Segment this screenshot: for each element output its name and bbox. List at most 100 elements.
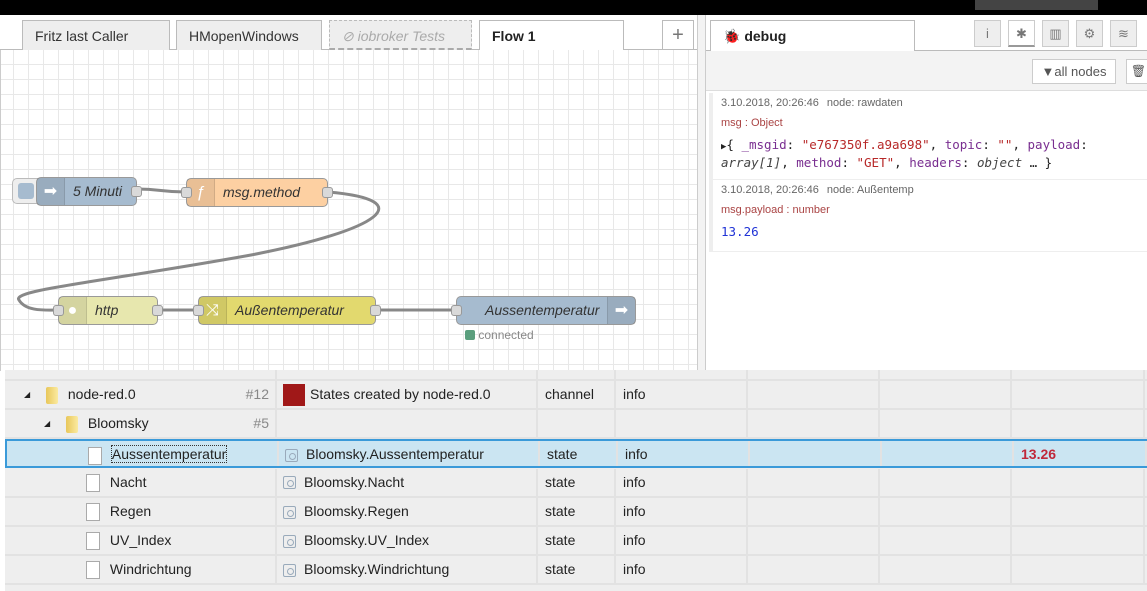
database-icon[interactable]: ≋ [1110,20,1137,47]
message-node[interactable]: node: rawdaten [827,97,903,109]
tree-cell[interactable]: UV_Index [12,527,277,554]
tree-cell[interactable]: ◢ Bloomsky #5 [12,410,277,438]
value-cell[interactable] [1012,556,1145,584]
table-row-partial[interactable] [5,370,1147,381]
output-port[interactable] [152,305,163,316]
value-cell[interactable] [1012,497,1145,525]
input-port[interactable] [53,305,64,316]
change-node[interactable]: ⤨ Außentemperatur [193,296,381,325]
value-cell[interactable] [1012,381,1145,408]
file-icon [88,446,102,465]
input-port[interactable] [451,305,462,316]
object-description: Bloomsky.Windrichtung [304,561,450,578]
node-label: http [95,302,119,318]
collapse-caret-icon[interactable]: ◢ [44,410,50,437]
message-body[interactable]: ▶{ _msgid: "e767350f.a9a698", topic: "",… [721,137,1139,171]
filter-icon: ▼ [1041,64,1055,79]
tab-hmopenwindows[interactable]: HMopenWindows [176,20,322,51]
value-cell[interactable] [1012,468,1145,496]
filter-label: all nodes [1054,64,1107,79]
table-row[interactable]: Regen Bloomsky.Regen state info [5,497,1147,527]
value-cell[interactable]: 13.26 [1014,441,1147,467]
mqtt-out-node[interactable]: Aussentemperatur ➡ [451,296,636,325]
tree-cell[interactable]: Nacht [12,468,277,496]
object-name: Aussentemperatur [110,445,228,464]
description-cell [277,410,538,438]
state-icon [283,476,296,490]
type-cell: state [538,556,616,584]
http-request-node[interactable]: ● http [53,296,163,325]
object-description: Bloomsky.Aussentemperatur [306,446,484,463]
child-count: #5 [253,415,269,432]
room-cell [748,556,880,584]
object-description: States created by node-red.0 [310,386,491,402]
wire [136,187,187,194]
tab-debug[interactable]: 🐞 debug [710,20,915,51]
value-cell[interactable] [1012,527,1145,554]
gear-icon[interactable]: ⚙ [1076,20,1103,47]
input-port[interactable] [181,187,192,198]
tab-fritz-last-caller[interactable]: Fritz last Caller [22,20,170,51]
tab-label: iobroker Tests [357,28,446,44]
description-cell: States created by node-red.0 [277,381,538,408]
function-node[interactable]: ƒ msg.method [181,178,333,207]
room-cell [748,497,880,525]
object-name: Windrichtung [109,561,192,578]
table-row[interactable]: ◢ node-red.0 #12 States created by node-r… [5,381,1147,410]
output-port[interactable] [322,187,333,198]
deploy-button[interactable] [975,0,1098,10]
input-port[interactable] [193,305,204,316]
tab-iobroker-tests[interactable]: ⊘ iobroker Tests [329,20,472,51]
top-bar [0,0,1147,15]
room-cell [748,527,880,554]
table-row[interactable]: Nacht Bloomsky.Nacht state info [5,468,1147,498]
tree-cell[interactable]: ◢ node-red.0 #12 [12,381,277,408]
tree-cell[interactable]: Aussentemperatur [14,441,279,467]
output-port[interactable] [370,305,381,316]
state-icon [283,534,296,548]
tree-cell[interactable]: Windrichtung [12,556,277,584]
function-cell [880,556,1012,584]
trash-icon: 🗑 [1130,64,1147,78]
folder-icon [66,415,78,433]
state-icon [283,505,296,519]
collapse-caret-icon[interactable]: ◢ [24,381,30,408]
add-tab-button[interactable]: + [662,20,694,50]
bug-icon[interactable]: ✱ [1008,20,1035,47]
state-icon [285,449,298,463]
clear-button[interactable]: 🗑 [1126,59,1147,84]
message-value[interactable]: 13.26 [721,224,1139,240]
tree-cell[interactable]: Regen [12,497,277,525]
type-cell: state [540,441,618,467]
object-description: Bloomsky.UV_Index [304,532,430,548]
table-row[interactable]: UV_Index Bloomsky.UV_Index state info [5,527,1147,556]
table-row[interactable]: Windrichtung Bloomsky.Windrichtung state… [5,556,1147,586]
child-count: #12 [245,386,269,402]
description-cell: Bloomsky.UV_Index [277,527,538,554]
role-cell [616,410,748,438]
role-cell: info [616,527,748,554]
node-status: connected [465,328,534,342]
table-row[interactable]: Aussentemperatur Bloomsky.Aussentemperat… [5,439,1147,469]
type-cell: state [538,468,616,496]
folder-icon [46,386,58,404]
file-icon [86,532,100,551]
flow-canvas[interactable]: ➡ 5 Minuti ƒ msg.method ● http ⤨ Außentemper… [0,50,697,371]
output-port[interactable] [131,186,142,197]
description-cell: Bloomsky.Windrichtung [277,556,538,584]
filter-all-nodes-button[interactable]: ▼all nodes [1032,59,1116,84]
value-cell[interactable] [1012,410,1145,438]
chart-icon[interactable]: ▥ [1042,20,1069,47]
tab-flow-1[interactable]: Flow 1 [479,20,624,52]
message-node[interactable]: node: Außentemp [827,184,914,196]
table-row[interactable]: ◢ Bloomsky #5 [5,410,1147,440]
inject-node[interactable]: ➡ 5 Minuti [36,177,142,206]
sidebar-resize-handle[interactable] [697,15,706,371]
info-icon[interactable]: i [974,20,1001,47]
expand-caret-icon[interactable]: ▶ [721,142,726,152]
type-cell: state [538,497,616,525]
room-cell [748,410,880,438]
function-cell [880,381,1012,408]
plus-icon: + [672,24,684,46]
role-cell: info [616,497,748,525]
